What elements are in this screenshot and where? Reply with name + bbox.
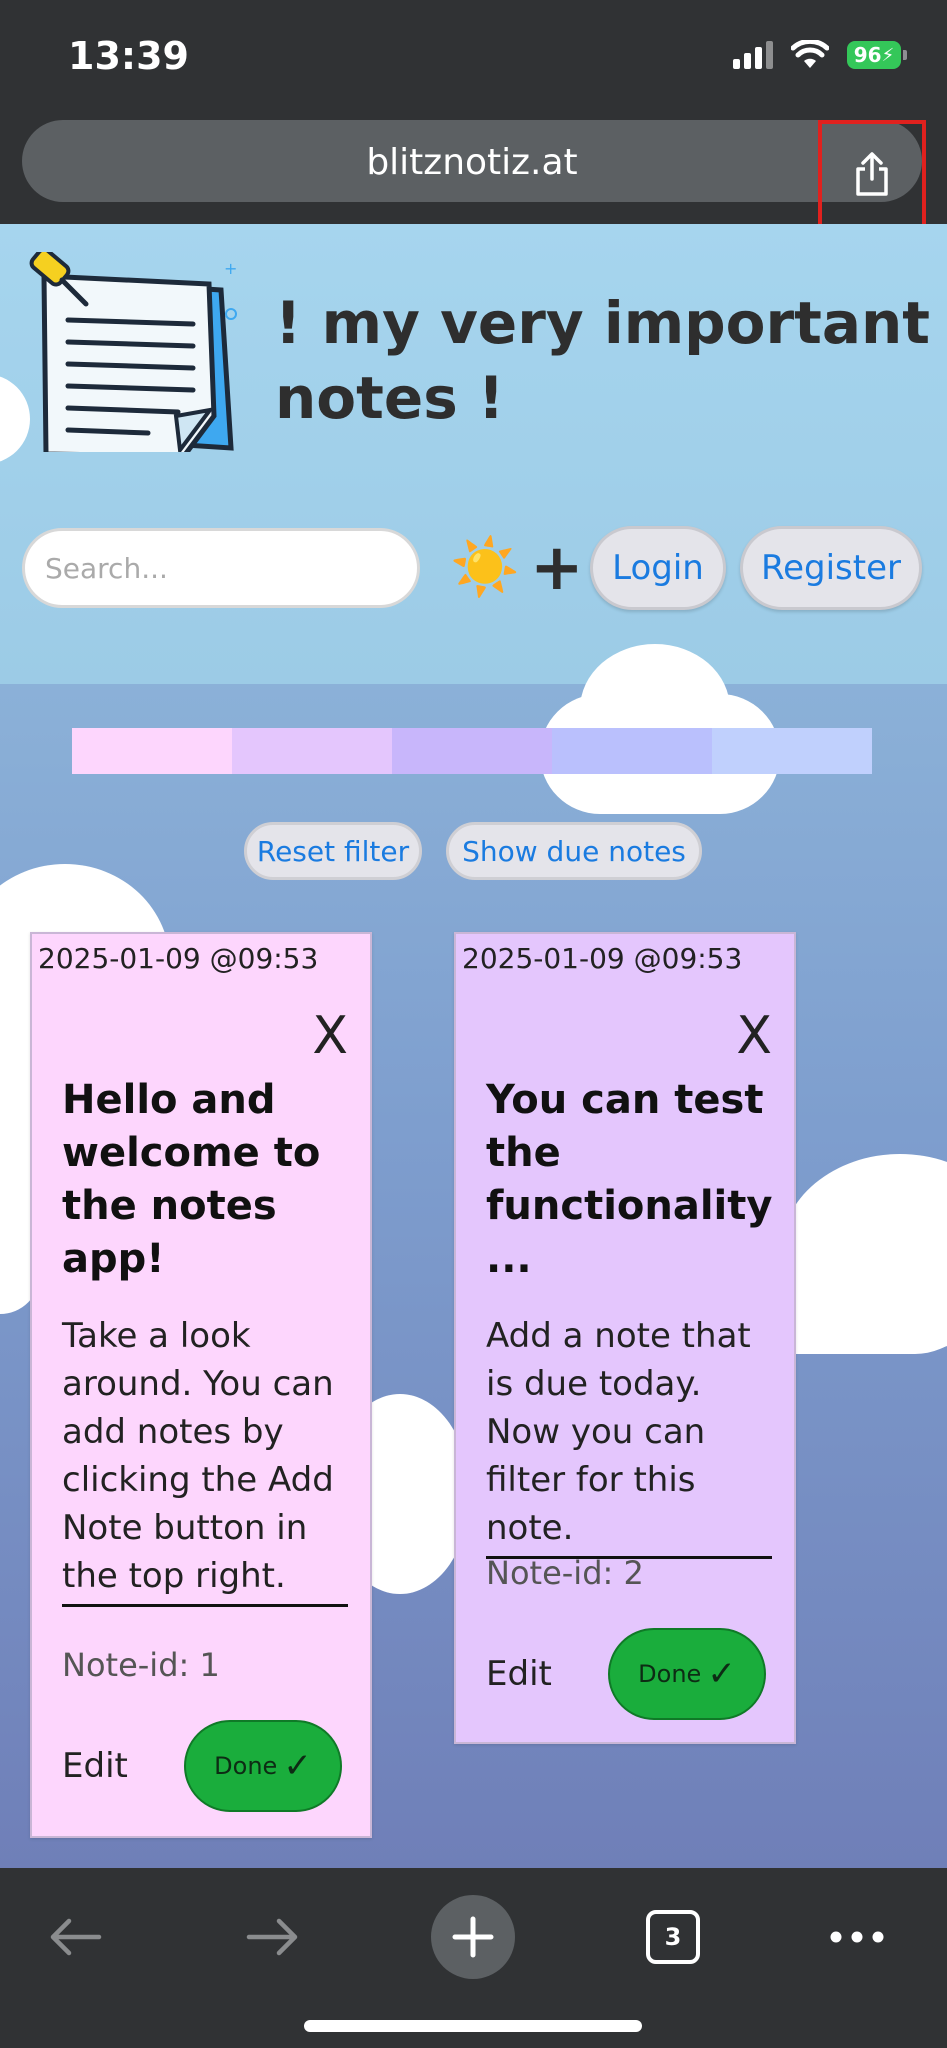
color-filter-swatch[interactable] (712, 728, 872, 774)
address-bar[interactable]: blitznotiz.at (22, 120, 922, 202)
more-dots-icon (830, 1931, 884, 1943)
edit-note-link[interactable]: Edit (62, 1746, 128, 1786)
note-card: 2025-01-09 @09:53 X You can test the fun… (454, 932, 796, 1744)
login-button[interactable]: Login (590, 526, 726, 610)
share-icon (856, 152, 888, 196)
note-date: 2025-01-09 @09:53 (462, 942, 743, 975)
edit-note-link[interactable]: Edit (486, 1654, 552, 1694)
add-note-button[interactable]: + (530, 528, 584, 608)
note-id: Note-id: 2 (486, 1554, 644, 1592)
note-id: Note-id: 1 (62, 1646, 220, 1684)
color-filter-swatch[interactable] (72, 728, 232, 774)
note-body: Take a look around. You can add notes by… (62, 1312, 348, 1607)
reset-filter-button[interactable]: Reset filter (244, 822, 422, 880)
browser-toolbar: 3 (0, 1868, 947, 2048)
done-button[interactable]: Done ✓ (184, 1720, 342, 1812)
note-card: 2025-01-09 @09:53 X Hello and welcome to… (30, 932, 372, 1838)
share-button[interactable] (818, 120, 926, 228)
back-arrow-icon (50, 1918, 102, 1956)
forward-button[interactable] (218, 1882, 328, 1992)
status-icons: 96 ⚡ (733, 40, 907, 70)
register-button[interactable]: Register (740, 526, 922, 610)
done-label: Done (638, 1660, 702, 1688)
wifi-icon (791, 40, 829, 68)
done-label: Done (214, 1752, 278, 1780)
note-date: 2025-01-09 @09:53 (38, 942, 319, 975)
browser-address-area: blitznotiz.at (0, 110, 947, 228)
back-button[interactable] (20, 1882, 130, 1992)
note-body: Add a note that is due today. Now you ca… (486, 1312, 772, 1559)
show-due-notes-button[interactable]: Show due notes (446, 822, 702, 880)
color-filter-swatch[interactable] (392, 728, 552, 774)
forward-arrow-icon (246, 1918, 298, 1956)
page-title: ! my very important notes ! (275, 289, 930, 432)
note-title: You can test the functionality ... (486, 1077, 773, 1282)
new-tab-plus-icon (431, 1895, 515, 1979)
battery-charging-icon: 96 ⚡ (847, 41, 907, 69)
close-icon[interactable]: X (312, 1006, 348, 1066)
tabs-icon: 3 (646, 1910, 700, 1964)
url-text[interactable]: blitznotiz.at (22, 142, 922, 183)
home-indicator[interactable] (304, 2020, 642, 2032)
notes-logo: + (29, 252, 237, 452)
done-button[interactable]: Done ✓ (608, 1628, 766, 1720)
color-filter-bar (72, 728, 872, 774)
sun-icon[interactable]: ☀️ (450, 536, 520, 600)
search-input[interactable] (22, 528, 420, 608)
tab-count: 3 (664, 1923, 682, 1951)
web-content: + ! my very important notes ! ☀️ + Login… (0, 224, 947, 1868)
svg-text:+: + (224, 259, 237, 278)
checkmark-icon: ✓ (707, 1654, 736, 1694)
new-tab-button[interactable] (418, 1882, 528, 1992)
more-button[interactable] (802, 1882, 912, 1992)
color-filter-swatch[interactable] (232, 728, 392, 774)
close-icon[interactable]: X (736, 1006, 772, 1066)
color-filter-swatch[interactable] (552, 728, 712, 774)
tabs-button[interactable]: 3 (618, 1882, 728, 1992)
checkmark-icon: ✓ (283, 1746, 312, 1786)
signal-icon (733, 41, 773, 69)
note-title: Hello and welcome to the notes app! (62, 1077, 321, 1282)
status-time: 13:39 (68, 34, 189, 78)
battery-level: 96 (853, 43, 882, 67)
status-bar: 13:39 96 ⚡ (0, 0, 947, 110)
